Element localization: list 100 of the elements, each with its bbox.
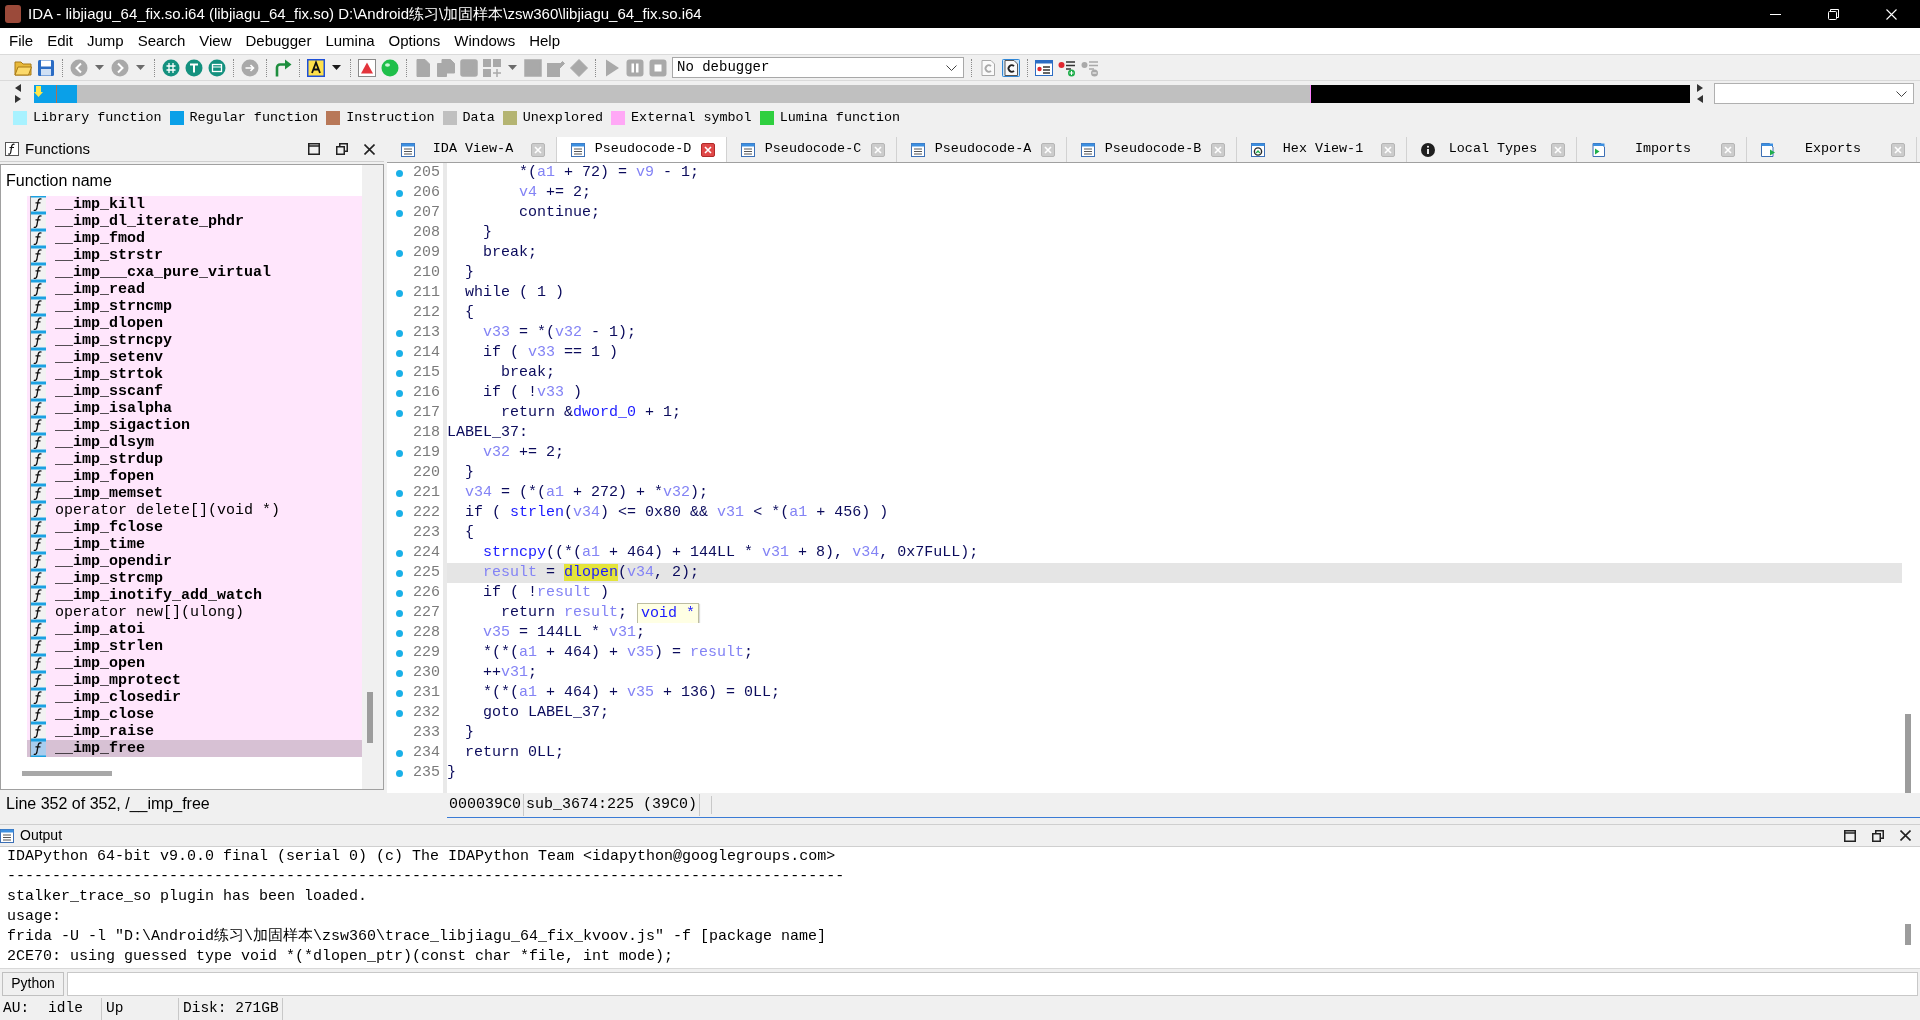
function-list-item[interactable]: __imp_setenv [27,349,362,366]
ball-icon[interactable] [381,58,399,77]
listing-icon [571,142,585,157]
function-list-item[interactable]: __imp_kill [27,196,362,213]
function-list-item[interactable]: __imp___cxa_pure_virtual [27,264,362,281]
line-number: 208 [413,223,440,243]
function-list-item[interactable]: __imp_strncpy [27,332,362,349]
menu-item[interactable]: Windows [447,31,523,51]
function-icon [30,655,46,672]
function-list-item[interactable]: __imp_close [27,706,362,723]
debugger-select[interactable]: No debugger [672,57,964,78]
arrow-right-icon[interactable] [1697,84,1703,92]
function-icon [30,468,46,485]
chevron-down-icon [946,64,957,71]
function-icon [30,519,46,536]
maximize-icon[interactable] [308,143,320,155]
function-list-item[interactable]: __imp_dl_iterate_phdr [27,213,362,230]
list-icon[interactable] [1035,58,1053,77]
scrollbar-thumb[interactable] [1905,924,1911,945]
menu-item[interactable]: Search [130,31,193,51]
restore-icon[interactable] [1827,8,1839,20]
close-icon[interactable] [701,142,715,157]
scrollbar-thumb[interactable] [22,770,112,776]
curved-arrow-icon[interactable] [274,58,292,77]
function-list-item[interactable]: __imp_atoi [27,621,362,638]
code-line: LABEL_37: [447,423,528,443]
text-circle-icon[interactable] [185,58,203,77]
menu-item[interactable]: Help [522,31,567,51]
menu-item[interactable]: Jump [80,31,131,51]
font-color-icon[interactable] [307,58,325,77]
output-line: 2CE70: using guessed type void *(*dlopen_ptr)(const char *file, int mode); [7,947,674,967]
code-line: return &dword_0 + 1; [501,403,682,423]
listing-icon [0,828,14,843]
function-list-item[interactable]: __imp_fmod [27,230,362,247]
menu-item[interactable]: Edit [40,31,81,51]
save-icon[interactable] [37,58,55,77]
function-list-item[interactable]: __imp_raise [27,723,362,740]
arrow-left-icon[interactable] [15,84,21,92]
function-list-item[interactable]: __imp_sigaction [27,417,362,434]
listing-icon [1081,142,1095,157]
arrow-left-icon[interactable] [1697,95,1703,103]
close-icon[interactable] [364,143,375,155]
restore-icon[interactable] [336,143,348,155]
function-list-item[interactable]: __imp_strncmp [27,298,362,315]
arrow-right-icon[interactable] [15,95,21,103]
menu-item[interactable]: File [2,31,41,51]
folder-icon[interactable] [14,58,32,77]
command-input-field[interactable] [67,971,1918,996]
maximize-icon[interactable] [1844,829,1856,842]
code-line: v35 = 144LL * v31; [483,623,646,643]
function-list-item[interactable]: __imp_memset [27,485,362,502]
function-list-item[interactable]: __imp_strlen [27,638,362,655]
tab[interactable]: Pseudocode-D [557,137,727,162]
restore-icon[interactable] [1872,829,1884,842]
minimize-icon[interactable] [1769,13,1781,15]
function-list-item[interactable]: __imp_closedir [27,689,362,706]
function-list-item[interactable]: __imp_fopen [27,468,362,485]
function-list-item[interactable]: __imp_isalpha [27,400,362,417]
function-list-item[interactable]: __imp_read [27,281,362,298]
menu-item[interactable]: View [192,31,239,51]
function-list-item[interactable]: __imp_fclose [27,519,362,536]
menu-item[interactable]: Options [381,31,448,51]
function-list-item[interactable]: __imp_dlopen [27,315,362,332]
column-header[interactable]: Function name [6,168,112,193]
line-number: 215 [413,363,440,383]
function-list-item[interactable]: __imp_time [27,536,362,553]
caret-icon[interactable] [332,65,341,70]
list-add-icon[interactable] [1058,58,1076,77]
close-icon[interactable] [1900,830,1911,841]
function-icon [30,230,46,247]
function-list-item[interactable]: operator delete[](void *) [27,502,362,519]
code-line: if ( v33 == 1 ) [483,343,619,363]
function-list-item[interactable]: __imp_strdup [27,451,362,468]
status-text: Disk: 271GB [183,999,279,1019]
line-number: 229 [413,643,440,663]
function-list-item[interactable]: __imp_inotify_add_watch [27,587,362,604]
function-list-item[interactable]: __imp_strtok [27,366,362,383]
navigation-band-drawing[interactable] [34,84,1690,103]
status-text: Line 352 of 352, /__imp_free [6,794,210,815]
menu-item[interactable]: Lumina [318,31,382,51]
c-document-icon[interactable] [1002,58,1020,77]
function-list-item[interactable]: __imp_dlsym [27,434,362,451]
function-list-item[interactable]: __imp_open [27,655,362,672]
function-list-item[interactable]: __imp_opendir [27,553,362,570]
function-list-item[interactable]: __imp_free [27,740,362,757]
function-list-item[interactable]: __imp_strcmp [27,570,362,587]
grid-circle-icon[interactable] [162,58,180,77]
window-circle-icon[interactable] [208,58,226,77]
status-text: Up [106,999,124,1019]
function-list-item[interactable]: operator new[](ulong) [27,604,362,621]
menu-item[interactable]: Debugger [238,31,319,51]
function-list-item[interactable]: __imp_sscanf [27,383,362,400]
function-list-item[interactable]: __imp_mprotect [27,672,362,689]
function-list-item[interactable]: __imp_strstr [27,247,362,264]
language-button[interactable]: Python [2,971,64,996]
scrollbar-thumb[interactable] [367,692,373,743]
scrollbar-thumb[interactable] [1905,714,1911,793]
line-number: 213 [413,323,440,343]
function-icon [30,553,46,570]
segment-dropdown[interactable] [1714,83,1914,104]
